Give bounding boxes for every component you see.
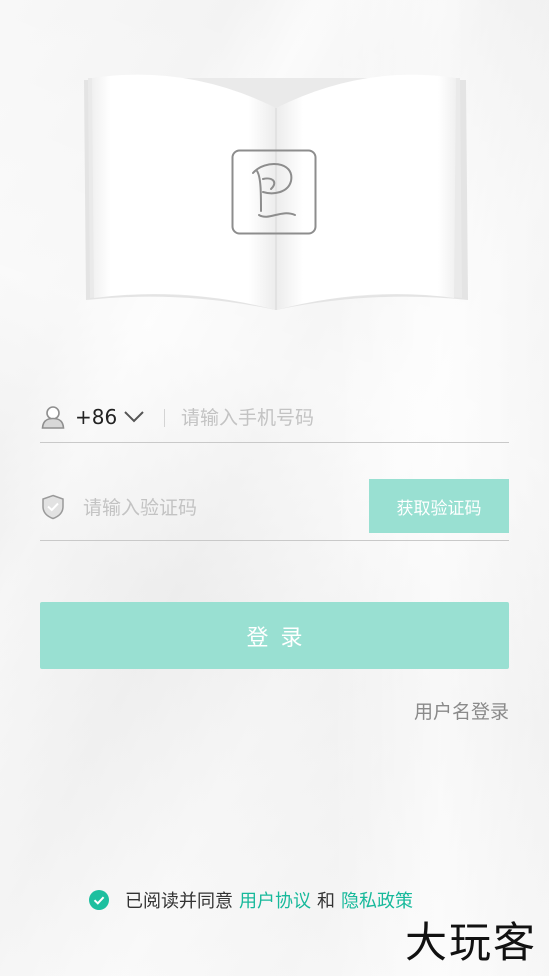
country-code[interactable]: +86 (75, 405, 117, 429)
agreement-conjunction: 和 (317, 891, 335, 912)
get-code-button[interactable]: 获取验证码 (369, 479, 509, 533)
check-circle-icon[interactable] (89, 890, 109, 910)
user-agreement-link[interactable]: 用户协议 (239, 887, 311, 913)
watermark: 大玩客 (404, 918, 537, 967)
verification-code-input[interactable] (83, 490, 363, 526)
code-row: 获取验证码 (40, 478, 509, 541)
phone-row: +86 (40, 396, 509, 443)
chevron-down-icon[interactable] (123, 410, 145, 424)
shield-icon (42, 494, 64, 520)
p-logo-icon (231, 149, 317, 235)
agreement-row: 已阅读并同意 用户协议 和 隐私政策 (89, 886, 413, 914)
agreement-prefix: 已阅读并同意 (125, 891, 233, 912)
username-login-link[interactable]: 用户名登录 (414, 697, 509, 724)
field-divider (164, 409, 165, 427)
user-icon (41, 406, 65, 429)
book-illustration (80, 68, 472, 318)
privacy-policy-link[interactable]: 隐私政策 (341, 887, 413, 913)
phone-input[interactable] (181, 400, 501, 436)
login-button[interactable]: 登录 (40, 602, 509, 669)
